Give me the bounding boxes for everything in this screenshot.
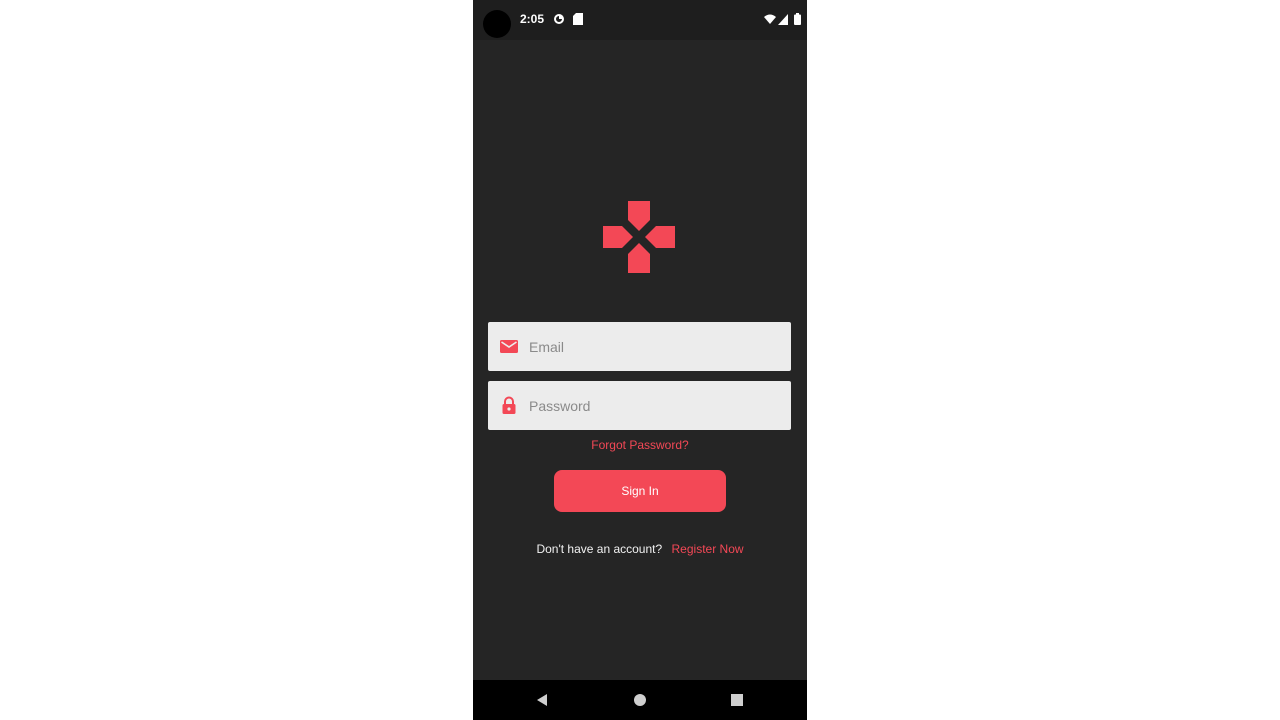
status-bar: 2:05 [473,0,807,40]
status-time: 2:05 [520,12,545,26]
cell-signal-icon [778,12,788,30]
mail-icon [500,337,518,355]
lock-icon [500,396,518,414]
navigation-bar [473,680,807,720]
dpad-logo-icon [603,201,675,273]
sign-in-button[interactable]: Sign In [554,470,726,512]
password-input[interactable] [529,381,779,430]
register-prompt: Don't have an account? [536,542,663,556]
camera-cutout [483,10,511,38]
register-now-link[interactable]: Register Now [672,542,744,556]
email-input[interactable] [529,322,779,371]
wifi-icon [764,12,776,30]
recents-icon[interactable] [729,692,745,708]
forgot-password-link[interactable]: Forgot Password? [473,438,807,452]
back-icon[interactable] [534,692,550,708]
phone-screen: 2:05 Email Forgot Password? Sign In Don'… [473,0,807,720]
notification-app-icon [553,12,565,30]
sd-card-icon [573,12,583,30]
battery-icon [794,12,801,30]
password-field[interactable] [488,381,791,430]
email-field[interactable] [488,322,791,371]
home-icon[interactable] [632,692,648,708]
register-row: Don't have an account? Register Now [473,542,807,556]
